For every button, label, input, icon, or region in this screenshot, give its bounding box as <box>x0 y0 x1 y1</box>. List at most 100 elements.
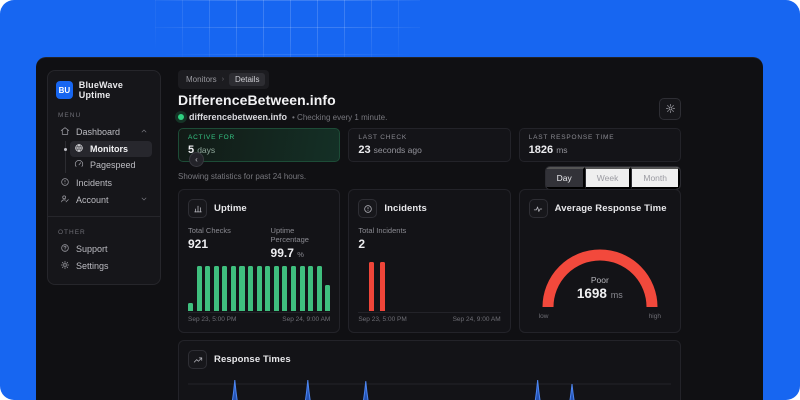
stat-value: 23 <box>358 144 370 156</box>
uptime-bar-chart <box>188 266 330 311</box>
stat-value: 1826 <box>529 144 553 156</box>
last-response-time-card: LAST RESPONSE TIME 1826 ms <box>519 128 681 162</box>
breadcrumb-monitors-link[interactable]: Monitors <box>186 75 217 84</box>
uptime-bar <box>274 266 279 311</box>
sidebar-item-pagespeed[interactable]: Pagespeed <box>70 157 152 173</box>
menu-section-label: MENU <box>58 112 150 119</box>
total-checks-label: Total Checks <box>188 226 271 235</box>
screenshot-canvas: BU BlueWave Uptime MENU Dashboard Monito… <box>0 0 800 400</box>
total-incidents-label: Total Incidents <box>358 226 441 235</box>
breadcrumb: Monitors › Details <box>178 70 269 89</box>
breadcrumb-separator: › <box>222 76 224 83</box>
uptime-percentage-label: Uptime Percentage <box>271 226 331 244</box>
uptime-bar <box>248 266 253 311</box>
sidebar-item-incidents[interactable]: Incidents <box>56 174 152 191</box>
incidents-bar-chart <box>358 257 500 311</box>
sidebar-item-label: Pagespeed <box>90 160 136 170</box>
sidebar-item-support[interactable]: Support <box>56 240 152 257</box>
uptime-bar <box>291 266 296 311</box>
sidebar-item-settings[interactable]: Settings <box>56 257 152 274</box>
uptime-bar <box>325 285 330 311</box>
gauge-value: 1698 <box>577 286 607 301</box>
uptime-bar <box>239 266 244 311</box>
gauge-high-label: high <box>649 313 661 320</box>
stat-label: LAST RESPONSE TIME <box>529 134 671 141</box>
gauge-low-label: low <box>539 313 549 320</box>
card-title: Incidents <box>384 203 427 214</box>
uptime-bar <box>317 266 322 311</box>
statistics-note: Showing statistics for past 24 hours. <box>178 172 306 181</box>
dashboard-subgroup: Monitors Pagespeed <box>65 141 152 173</box>
uptime-bar <box>265 266 270 311</box>
sidebar-item-label: Dashboard <box>76 127 120 137</box>
activity-icon <box>529 199 548 218</box>
range-day-button[interactable]: Day <box>546 167 585 189</box>
stat-label: LAST CHECK <box>358 134 500 141</box>
total-incidents-value: 2 <box>358 237 441 251</box>
gear-icon <box>665 102 676 117</box>
other-section-label: OTHER <box>58 229 150 236</box>
configure-monitor-button[interactable] <box>659 98 681 120</box>
incident-bar <box>380 262 385 311</box>
status-dot <box>178 114 184 120</box>
sidebar-item-label: Support <box>76 244 108 254</box>
x-axis-end: Sep 24, 9:00 AM <box>453 316 501 323</box>
sidebar-item-label: Incidents <box>76 178 112 188</box>
globe-icon <box>74 143 84 155</box>
monitor-url-link[interactable]: differencebetween.info <box>189 112 287 122</box>
user-icon <box>60 194 70 206</box>
sidebar-item-dashboard[interactable]: Dashboard <box>56 123 152 140</box>
total-checks-value: 921 <box>188 237 271 251</box>
card-title: Uptime <box>214 203 247 214</box>
x-axis-start: Sep 23, 5:00 PM <box>188 316 236 323</box>
alert-circle-icon <box>60 177 70 189</box>
response-gauge: Poor 1698 ms low high <box>529 218 671 323</box>
gear-icon <box>60 260 70 272</box>
response-area-path <box>188 380 671 400</box>
incidents-card: Incidents Total Incidents 2 Sep 23, 5:00… <box>348 189 510 333</box>
response-times-area-chart <box>188 376 671 400</box>
app-window: BU BlueWave Uptime MENU Dashboard Monito… <box>36 57 763 400</box>
brand-row: BU BlueWave Uptime <box>56 80 152 100</box>
uptime-bar <box>197 266 202 311</box>
range-week-button[interactable]: Week <box>585 167 632 189</box>
range-month-button[interactable]: Month <box>631 167 680 189</box>
sidebar-item-account[interactable]: Account <box>56 191 152 208</box>
uptime-bar <box>231 266 236 311</box>
background-grid-decoration <box>155 0 420 57</box>
gauge-unit: ms <box>611 290 623 300</box>
card-title: Average Response Time <box>555 203 667 214</box>
alert-circle-icon <box>358 199 377 218</box>
sidebar-item-label: Settings <box>76 261 109 271</box>
sidebar-item-label: Account <box>76 195 109 205</box>
uptime-bar <box>205 266 210 311</box>
chevron-down-icon <box>140 195 148 205</box>
uptime-bar <box>188 303 193 311</box>
uptime-percentage-value: 99.7 <box>271 246 294 260</box>
charts-row: Uptime Total Checks 921 Uptime Percentag… <box>178 189 681 333</box>
uptime-bar <box>214 266 219 311</box>
page-title: DifferenceBetween.info <box>178 92 336 108</box>
x-axis-end: Sep 24, 9:00 AM <box>282 316 330 323</box>
stat-unit: seconds ago <box>374 145 422 155</box>
last-check-card: LAST CHECK 23 seconds ago <box>348 128 510 162</box>
trend-line-icon <box>188 350 207 369</box>
monitor-status-row: differencebetween.info • Checking every … <box>178 112 387 122</box>
uptime-bar <box>282 266 287 311</box>
chevron-up-icon <box>140 127 148 137</box>
sidebar-item-label: Monitors <box>90 144 128 154</box>
sidebar-item-monitors[interactable]: Monitors <box>70 141 152 157</box>
uptime-card: Uptime Total Checks 921 Uptime Percentag… <box>178 189 340 333</box>
active-item-dot <box>64 148 67 151</box>
incident-bar <box>369 262 374 311</box>
stat-unit: ms <box>556 145 567 155</box>
main-content: Monitors › Details DifferenceBetween.inf… <box>178 58 681 400</box>
uptime-bar <box>222 266 227 311</box>
average-response-card: Average Response Time Poor 1698 ms low h… <box>519 189 681 333</box>
range-toggle-group: Day Week Month <box>545 166 681 190</box>
app-logo: BU <box>56 81 73 99</box>
gauge-status: Poor <box>529 275 671 285</box>
support-chat-icon <box>60 243 70 255</box>
sidebar-collapse-button[interactable]: ‹ <box>189 152 204 167</box>
checking-note: • Checking every 1 minute. <box>292 113 387 122</box>
